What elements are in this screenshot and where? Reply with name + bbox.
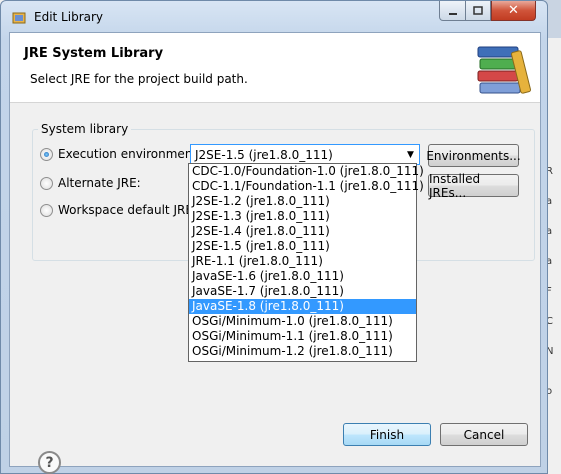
dialog-header: JRE System Library Select JRE for the pr…: [10, 33, 540, 103]
page-subtitle: Select JRE for the project build path.: [30, 72, 248, 86]
question-icon: ?: [45, 454, 54, 471]
dropdown-option[interactable]: JavaSE-1.7 (jre1.8.0_111): [189, 284, 416, 299]
close-button[interactable]: ✕: [491, 1, 536, 21]
alternate-jre-label: Alternate JRE:: [58, 176, 141, 190]
combo-selected-value: J2SE-1.5 (jre1.8.0_111): [195, 147, 333, 162]
close-icon: ✕: [508, 3, 519, 18]
dropdown-option[interactable]: JavaSE-1.8 (jre1.8.0_111): [189, 299, 416, 314]
title-bar: Edit Library ✕: [1, 1, 547, 33]
dropdown-option[interactable]: J2SE-1.2 (jre1.8.0_111): [189, 194, 416, 209]
alternate-jre-option[interactable]: Alternate JRE:: [40, 176, 141, 190]
radio-unchecked-icon[interactable]: [40, 203, 53, 217]
minimize-button[interactable]: [439, 1, 466, 21]
help-button[interactable]: ?: [38, 451, 61, 474]
page-title: JRE System Library: [24, 46, 164, 61]
dropdown-option[interactable]: J2SE-1.5 (jre1.8.0_111): [189, 239, 416, 254]
dropdown-option[interactable]: OSGi/Minimum-1.0 (jre1.8.0_111): [189, 314, 416, 329]
finish-button[interactable]: Finish: [343, 423, 431, 446]
dropdown-option[interactable]: JRE-1.1 (jre1.8.0_111): [189, 254, 416, 269]
radio-checked-icon[interactable]: [40, 147, 53, 161]
environments-button[interactable]: Environments...: [426, 144, 521, 167]
maximize-button[interactable]: [465, 1, 491, 21]
dropdown-option[interactable]: OSGi/Minimum-1.1 (jre1.8.0_111): [189, 329, 416, 344]
eclipse-library-icon: [12, 12, 26, 24]
chevron-down-icon[interactable]: ▼: [402, 150, 419, 160]
cancel-button[interactable]: Cancel: [440, 423, 528, 446]
dropdown-option[interactable]: JavaSE-1.6 (jre1.8.0_111): [189, 269, 416, 284]
books-icon: [477, 46, 532, 94]
execution-environment-label: Execution environment:: [58, 147, 202, 161]
dropdown-option[interactable]: J2SE-1.4 (jre1.8.0_111): [189, 224, 416, 239]
maximize-icon: [473, 5, 483, 15]
execution-environment-option[interactable]: Execution environment:: [40, 147, 201, 161]
execution-environment-combo[interactable]: J2SE-1.5 (jre1.8.0_111) ▼: [190, 144, 420, 165]
installed-jres-button[interactable]: Installed JREs...: [428, 172, 519, 200]
dropdown-option[interactable]: CDC-1.1/Foundation-1.1 (jre1.8.0_111): [189, 179, 424, 194]
dropdown-option[interactable]: OSGi/Minimum-1.2 (jre1.8.0_111): [189, 344, 416, 359]
window-title: Edit Library: [34, 10, 104, 24]
dropdown-option[interactable]: J2SE-1.3 (jre1.8.0_111): [189, 209, 416, 224]
radio-unchecked-icon[interactable]: [40, 176, 53, 190]
execution-environment-dropdown-list[interactable]: CDC-1.0/Foundation-1.0 (jre1.8.0_111) CDC…: [188, 163, 424, 362]
dropdown-option[interactable]: CDC-1.0/Foundation-1.0 (jre1.8.0_111): [189, 164, 424, 179]
group-label: System library: [38, 122, 132, 136]
minimize-icon: [448, 12, 457, 15]
